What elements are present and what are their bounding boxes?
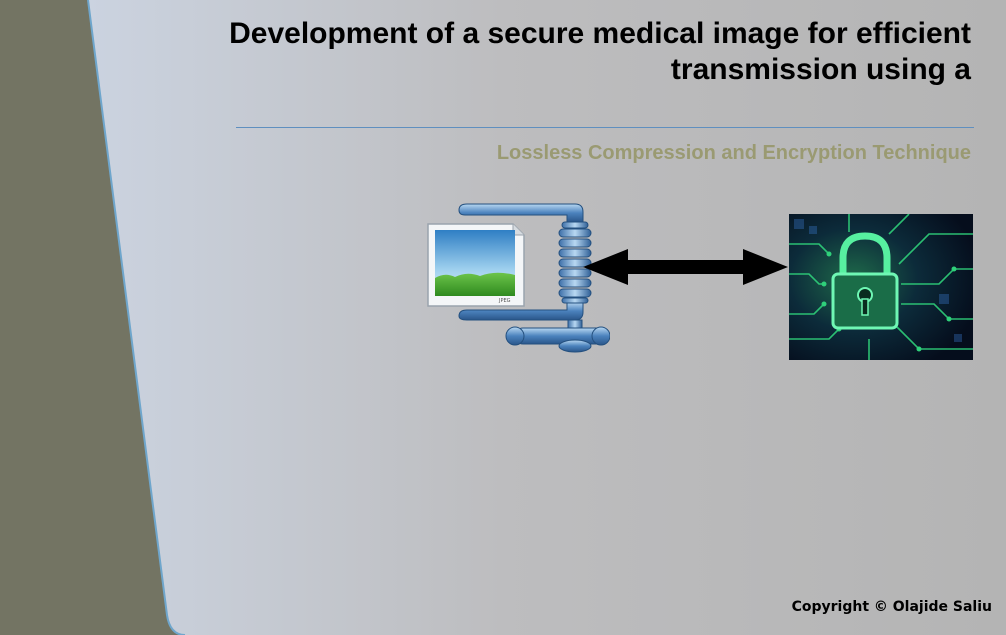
title-divider [236, 127, 974, 128]
copyright-notice: Copyright © Olajide Saliu [791, 599, 992, 615]
svg-text:JPEG: JPEG [498, 298, 511, 304]
double-headed-arrow [583, 249, 788, 285]
circuit-padlock-icon [789, 214, 973, 360]
slide-title: Development of a secure medical image fo… [229, 17, 971, 86]
slide-subtitle: Lossless Compression and Encryption Tech… [496, 142, 971, 164]
